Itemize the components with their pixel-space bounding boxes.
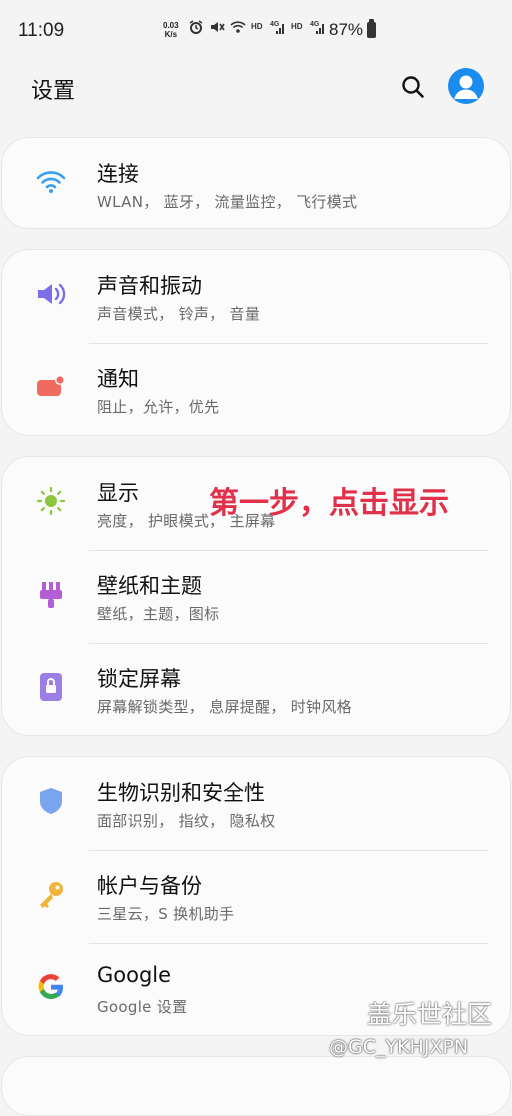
page-title: 设置: [31, 79, 76, 104]
svg-text:4G: 4G: [310, 21, 320, 28]
settings-item-subtitle: 屏幕解锁类型， 息屏提醒， 时钟风格: [97, 698, 352, 716]
settings-item-sound[interactable]: 声音和振动 声音模式， 铃声， 音量: [2, 250, 510, 343]
settings-group-sound-notifications: 声音和振动 声音模式， 铃声， 音量 通知 阻止，允许，优先: [1, 249, 511, 436]
signal-4g-icon: 4G: [310, 21, 324, 34]
status-icons: HD 4G HD 4G: [188, 19, 326, 35]
tutorial-annotation: 第一步，点击显示: [209, 486, 449, 521]
alarm-icon: [189, 20, 203, 34]
settings-item-biometrics-security[interactable]: 生物识别和安全性 面部识别， 指纹， 隐私权: [2, 757, 510, 850]
settings-item-subtitle: 阻止，允许，优先: [97, 398, 220, 416]
wifi-icon: [36, 171, 66, 193]
settings-item-connections[interactable]: 连接 WLAN， 蓝牙， 流量监控， 飞行模式: [2, 138, 510, 230]
network-speed-unit: K/s: [164, 30, 178, 39]
settings-item-lock-screen[interactable]: 锁定屏幕 屏幕解锁类型， 息屏提醒， 时钟风格: [2, 643, 510, 736]
shield-icon: [40, 788, 62, 814]
signal-4g-icon: 4G: [270, 21, 284, 34]
search-icon: [402, 76, 424, 98]
network-speed-value: 0.03: [163, 21, 179, 30]
account-icon: [454, 75, 478, 99]
settings-item-subtitle: 面部识别， 指纹， 隐私权: [97, 812, 276, 830]
settings-item-title: 帐户与备份: [97, 874, 202, 898]
settings-item-notifications[interactable]: 通知 阻止，允许，优先: [2, 343, 510, 436]
hd-icon: HD: [291, 22, 303, 31]
settings-item-subtitle: 三星云，S 换机助手: [97, 905, 235, 923]
volume-icon: [38, 283, 66, 305]
settings-item-accounts-backup[interactable]: 帐户与备份 三星云，S 换机助手: [2, 850, 510, 943]
wallpaper-brush-icon: [40, 582, 62, 608]
hd-icon: HD: [251, 22, 263, 31]
status-bar: 11:09 0.03 K/s HD 4G HD 4G 87%: [0, 0, 512, 62]
google-icon: [38, 974, 63, 999]
settings-group-security-accounts: 生物识别和安全性 面部识别， 指纹， 隐私权 帐户与备份 三星云，S 换机助手 …: [1, 756, 511, 1036]
settings-item-subtitle: 壁纸，主题，图标: [97, 605, 220, 623]
battery-icon: [367, 19, 376, 38]
status-time: 11:09: [18, 20, 65, 41]
settings-item-subtitle: 声音模式， 铃声， 音量: [97, 305, 261, 323]
svg-text:HD: HD: [291, 22, 303, 31]
settings-item-title: 声音和振动: [97, 274, 202, 298]
mute-icon: [211, 22, 225, 32]
settings-item-wallpaper-themes[interactable]: 壁纸和主题 壁纸，主题，图标: [2, 550, 510, 643]
notification-icon: [37, 375, 65, 396]
settings-item-subtitle: WLAN， 蓝牙， 流量监控， 飞行模式: [97, 193, 358, 211]
settings-item-title: 连接: [97, 162, 139, 186]
watermark-site: 盖乐世社区: [367, 1000, 493, 1029]
settings-group-connections: 连接 WLAN， 蓝牙， 流量监控， 飞行模式: [1, 137, 511, 229]
search-button[interactable]: [398, 72, 428, 102]
account-button[interactable]: [448, 68, 484, 104]
settings-item-title: 锁定屏幕: [97, 667, 181, 691]
wifi-icon: [230, 21, 246, 33]
network-speed: 0.03 K/s: [163, 21, 179, 39]
settings-item-title: 壁纸和主题: [97, 574, 202, 598]
svg-text:4G: 4G: [270, 21, 280, 28]
lock-screen-icon: [40, 673, 62, 701]
settings-item-title: 显示: [97, 481, 139, 505]
brightness-icon: [36, 486, 66, 516]
battery-percent: 87%: [329, 20, 364, 39]
settings-group-next: [1, 1056, 511, 1116]
svg-text:HD: HD: [251, 22, 263, 31]
settings-item-title: 生物识别和安全性: [97, 781, 265, 805]
settings-item-title: 通知: [97, 367, 139, 391]
watermark-user: @GC_YKHJXPN: [329, 1036, 469, 1058]
settings-item-subtitle: Google 设置: [97, 998, 188, 1016]
header: 设置: [0, 62, 512, 128]
settings-item-title: Google: [97, 963, 172, 987]
key-icon: [40, 882, 63, 908]
